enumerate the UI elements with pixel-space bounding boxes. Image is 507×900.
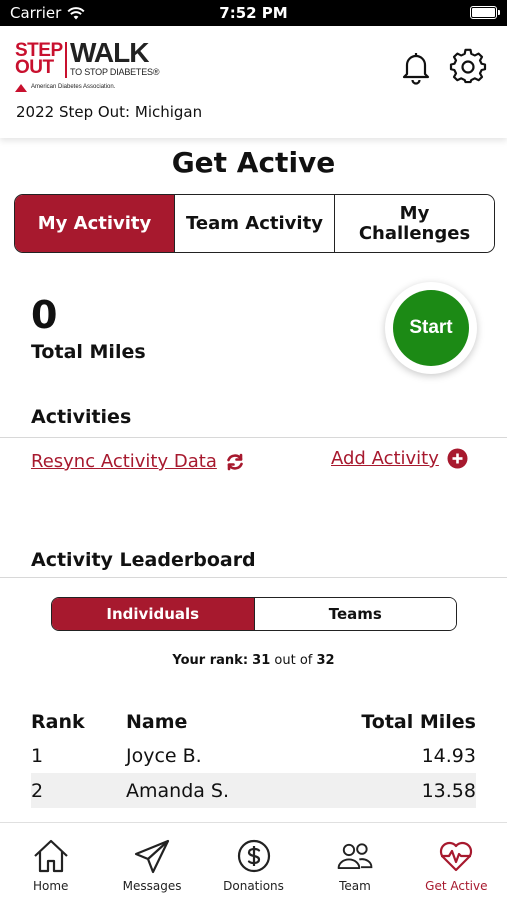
logo-divider <box>65 42 67 78</box>
tab-bar-team[interactable]: Team <box>304 823 405 900</box>
rank-total: 32 <box>316 653 335 668</box>
row-miles: 13.58 <box>421 779 476 802</box>
column-name: Name <box>126 711 188 733</box>
app-header: STEP OUT WALK TO STOP DIABETES® American… <box>0 26 507 138</box>
tab-team-activity[interactable]: Team Activity <box>174 195 334 252</box>
event-name: 2022 Step Out: Michigan <box>16 103 203 121</box>
your-rank: Your rank: 31 out of 32 <box>0 653 507 668</box>
table-row: 2 Amanda S. 13.58 <box>31 773 476 808</box>
total-miles-label: Total Miles <box>31 341 146 363</box>
step-out-logo[interactable]: STEP OUT WALK TO STOP DIABETES® American… <box>15 37 165 94</box>
tab-my-challenges-line1: My <box>399 202 430 224</box>
total-miles-value: 0 <box>31 293 58 337</box>
settings-button[interactable] <box>449 48 487 86</box>
paper-plane-icon <box>135 839 170 874</box>
logo-tagline: TO STOP DIABETES® <box>70 67 160 77</box>
team-icon <box>337 843 373 870</box>
add-activity-link[interactable]: Add Activity <box>331 448 468 469</box>
tab-bar-donations-label: Donations <box>223 879 284 893</box>
table-row: 1 Joyce B. 14.93 <box>31 738 476 773</box>
resync-activity-link[interactable]: Resync Activity Data <box>31 451 245 472</box>
column-rank: Rank <box>31 711 85 733</box>
leaderboard-table: Rank Name Total Miles 1 Joyce B. 14.93 2… <box>31 706 476 808</box>
tab-bar-get-active-label: Get Active <box>425 879 488 893</box>
logo-org-text: American Diabetes Association. <box>31 84 116 90</box>
toggle-teams[interactable]: Teams <box>253 598 456 630</box>
tab-bar-team-label: Team <box>339 879 371 893</box>
toggle-individuals[interactable]: Individuals <box>52 598 254 630</box>
add-activity-label: Add Activity <box>331 448 439 469</box>
rank-prefix: Your rank: <box>172 653 249 668</box>
row-name: Amanda S. <box>126 779 230 802</box>
resync-activity-label: Resync Activity Data <box>31 451 217 472</box>
row-rank: 2 <box>31 779 44 802</box>
battery-icon <box>470 6 500 19</box>
start-button-ring: Start <box>385 282 477 374</box>
activities-heading: Activities <box>31 406 132 428</box>
tab-my-challenges[interactable]: My Challenges <box>334 195 494 252</box>
home-icon <box>33 839 68 873</box>
status-bar: Carrier 7:52 PM <box>0 0 507 26</box>
column-total-miles: Total Miles <box>361 711 476 733</box>
dollar-circle-icon <box>237 839 270 873</box>
refresh-icon <box>227 453 243 470</box>
row-rank: 1 <box>31 744 44 767</box>
bell-icon <box>402 53 430 85</box>
bottom-tab-bar: Home Messages Donations Team Get Active <box>0 822 507 900</box>
activities-divider <box>0 437 507 438</box>
ada-logo-icon <box>15 84 27 92</box>
notifications-button[interactable] <box>397 48 435 86</box>
activity-tabs: My Activity Team Activity My Challenges <box>14 194 495 253</box>
tab-my-challenges-line2: Challenges <box>358 222 471 244</box>
logo-out-text: OUT <box>15 57 54 78</box>
tab-my-activity[interactable]: My Activity <box>15 195 174 252</box>
tab-bar-home[interactable]: Home <box>0 823 101 900</box>
clock: 7:52 PM <box>219 4 288 22</box>
plus-circle-icon <box>447 448 468 469</box>
tab-bar-home-label: Home <box>32 879 69 893</box>
rank-value: 31 <box>252 653 271 668</box>
tab-bar-messages[interactable]: Messages <box>101 823 202 900</box>
leaderboard-divider <box>0 577 507 578</box>
tab-bar-donations[interactable]: Donations <box>203 823 304 900</box>
tab-bar-messages-label: Messages <box>122 879 182 893</box>
page-title: Get Active <box>171 146 336 179</box>
gear-icon <box>449 48 487 84</box>
start-button[interactable]: Start <box>393 290 469 366</box>
leaderboard-header-row: Rank Name Total Miles <box>31 706 476 738</box>
leaderboard-heading: Activity Leaderboard <box>31 549 256 571</box>
heartbeat-icon <box>440 841 473 872</box>
logo-walk-text: WALK <box>70 37 149 68</box>
row-name: Joyce B. <box>126 744 202 767</box>
row-miles: 14.93 <box>421 744 476 767</box>
tab-bar-get-active[interactable]: Get Active <box>406 823 507 900</box>
rank-mid: out of <box>274 653 313 668</box>
leaderboard-toggle: Individuals Teams <box>51 597 457 631</box>
